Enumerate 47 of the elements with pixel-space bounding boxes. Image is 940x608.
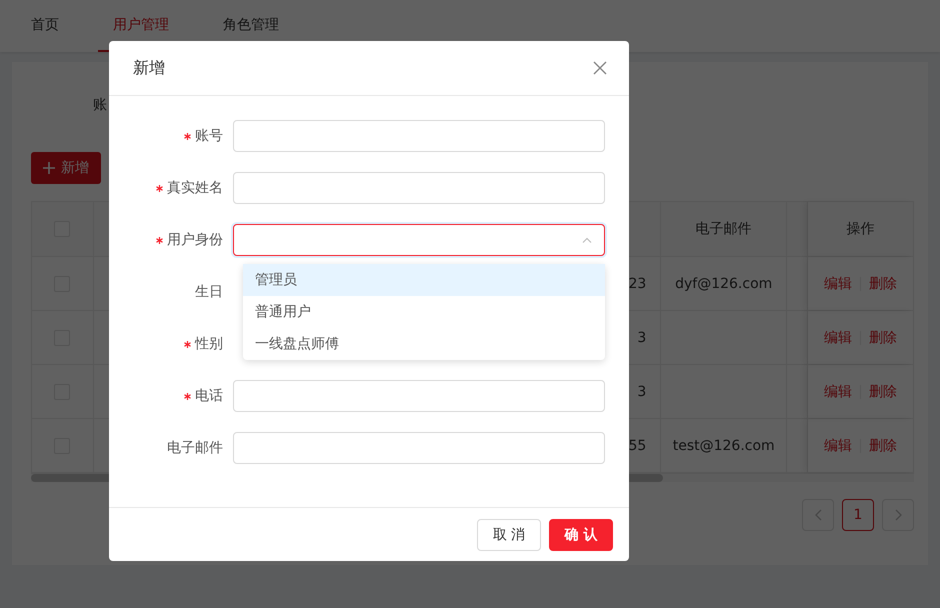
delete-link[interactable]: 删除: [869, 382, 898, 400]
dialog-title: 新增: [133, 58, 165, 78]
delete-link[interactable]: 删除: [869, 274, 898, 292]
plus-icon: [43, 162, 55, 174]
field-label: 电子邮件: [166, 439, 224, 457]
table-cell: 3: [637, 330, 646, 346]
edit-link[interactable]: 编辑: [824, 274, 852, 292]
edit-link[interactable]: 编辑: [824, 328, 852, 346]
dropdown-option[interactable]: 管理员: [243, 264, 605, 296]
input-field[interactable]: [233, 380, 605, 412]
delete-link[interactable]: 删除: [869, 328, 898, 346]
field-label: 性别: [109, 335, 233, 353]
chevron-left-icon: [814, 509, 822, 521]
prev-page-button[interactable]: [802, 499, 834, 531]
input-field[interactable]: [233, 432, 605, 464]
edit-link[interactable]: 编辑: [824, 436, 852, 454]
input-field[interactable]: [233, 172, 605, 204]
next-page-button[interactable]: [882, 499, 914, 531]
table-cell: 23: [628, 276, 646, 292]
delete-link[interactable]: 删除: [869, 436, 898, 454]
field-label: 真实姓名: [109, 179, 233, 197]
cancel-button[interactable]: 取 消: [477, 518, 541, 550]
close-button[interactable]: [593, 61, 607, 75]
table-cell: dyf@126.com: [675, 276, 772, 292]
table-cell: test@126.com: [672, 438, 775, 454]
field-label: 用户身份: [109, 231, 233, 249]
dropdown-option[interactable]: 一线盘点师傅: [243, 328, 605, 360]
nav-tab[interactable]: 角色管理: [208, 0, 294, 52]
field-label: 账号: [109, 127, 233, 145]
select-field[interactable]: [233, 224, 605, 256]
add-button[interactable]: 新增: [31, 152, 101, 184]
chevron-up-icon: [582, 237, 592, 243]
field-label: 电话: [109, 387, 233, 405]
table-cell: 3: [637, 384, 646, 400]
edit-link[interactable]: 编辑: [824, 382, 852, 400]
table-cell: 55: [628, 438, 646, 454]
dropdown-option[interactable]: 普通用户: [243, 296, 605, 328]
column-header: 电子邮件: [661, 202, 788, 256]
nav-tab[interactable]: 首页: [16, 0, 74, 52]
close-icon: [593, 61, 607, 75]
field-label: 账: [93, 96, 107, 114]
chevron-right-icon: [894, 509, 902, 521]
field-label: 生日: [194, 283, 224, 301]
column-header: 操作: [808, 202, 913, 256]
input-field[interactable]: [233, 120, 605, 152]
page-button[interactable]: 1: [842, 499, 874, 531]
confirm-button[interactable]: 确 认: [549, 518, 613, 550]
